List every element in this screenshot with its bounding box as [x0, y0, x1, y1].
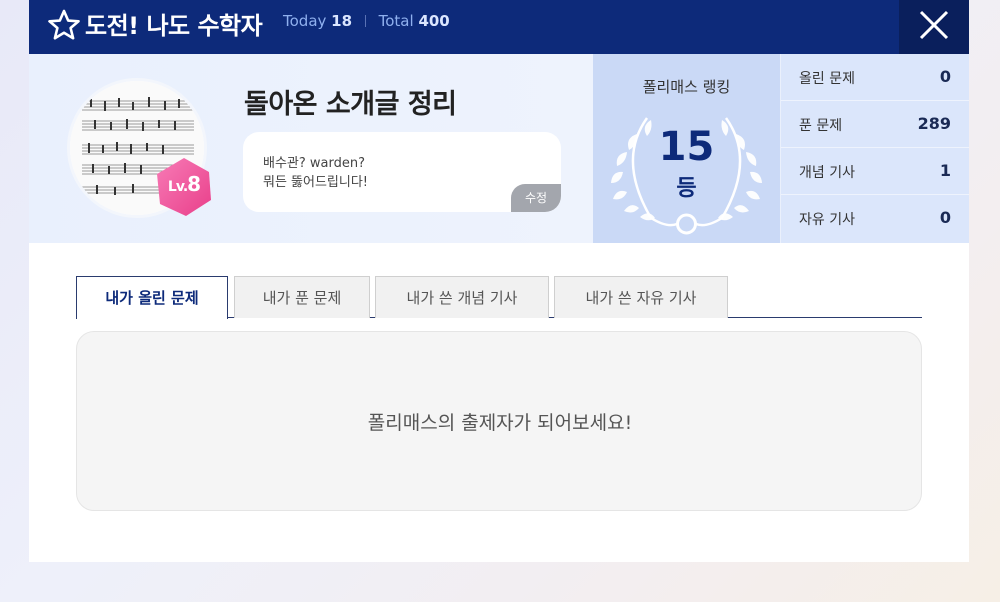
stat-label: 올린 문제 — [799, 71, 855, 87]
level-value: 8 — [187, 172, 201, 196]
profile-section: Lv.8 돌아온 소개글 정리 배수관? warden? 뭐든 뚫어드립니다! … — [29, 54, 969, 243]
empty-state-message: 폴리매스의 출제자가 되어보세요! — [367, 412, 633, 434]
tab-concept-articles[interactable]: 내가 쓴 개념 기사 — [375, 276, 549, 318]
stat-label: 푼 문제 — [799, 118, 843, 134]
tab-solved-problems[interactable]: 내가 푼 문제 — [234, 276, 370, 318]
today-count: 18 — [331, 12, 353, 30]
today-label: Today — [283, 12, 327, 30]
ranking-box: 폴리매스 랭킹 15 등 — [593, 54, 780, 243]
page-title: 도전! 나도 수학자 — [85, 12, 263, 40]
ranking-label: 폴리매스 랭킹 — [642, 78, 731, 96]
tab-bar: 내가 올린 문제 내가 푼 문제 내가 쓴 개념 기사 내가 쓴 자유 기사 — [76, 276, 922, 319]
stat-label: 자유 기사 — [799, 212, 855, 228]
stat-value: 1 — [939, 161, 951, 180]
ranking-unit: 등 — [676, 176, 697, 201]
star-icon[interactable] — [47, 8, 81, 42]
stat-row-free: 자유 기사 0 — [781, 195, 969, 242]
tab-posted-problems[interactable]: 내가 올린 문제 — [76, 276, 228, 319]
intro-line: 뭐든 뚫어드립니다! — [263, 175, 369, 190]
stat-row-posted: 올린 문제 0 — [781, 54, 969, 101]
level-text: Lv.8 — [153, 172, 215, 196]
total-label: Total — [378, 12, 414, 30]
tab-free-articles[interactable]: 내가 쓴 자유 기사 — [554, 276, 728, 318]
main-panel: 도전! 나도 수학자 Today 18 Total 400 Lv.8 돌아온 소… — [29, 0, 969, 562]
close-icon — [919, 10, 949, 40]
stat-value: 0 — [939, 67, 951, 86]
empty-state-box: 폴리매스의 출제자가 되어보세요! — [76, 331, 922, 511]
stat-row-solved: 푼 문제 289 — [781, 101, 969, 148]
stats-divider — [364, 15, 366, 27]
stat-value: 0 — [939, 208, 951, 227]
header-bar: 도전! 나도 수학자 Today 18 Total 400 — [29, 0, 969, 54]
stat-label: 개념 기사 — [799, 165, 855, 181]
visit-stats: Today 18 Total 400 — [283, 12, 450, 30]
total-count: 400 — [418, 12, 450, 30]
stat-value: 289 — [917, 114, 951, 133]
stats-table: 올린 문제 0 푼 문제 289 개념 기사 1 자유 기사 0 — [781, 54, 969, 243]
close-button[interactable] — [899, 0, 969, 54]
level-badge: Lv.8 — [153, 156, 215, 218]
intro-box: 배수관? warden? 뭐든 뚫어드립니다! 수정 — [243, 132, 561, 212]
ranking-number: 15 — [658, 124, 715, 170]
edit-intro-button[interactable]: 수정 — [511, 184, 561, 212]
username: 돌아온 소개글 정리 — [244, 89, 457, 120]
level-prefix: Lv. — [167, 179, 188, 195]
stat-row-concept: 개념 기사 1 — [781, 148, 969, 195]
intro-line: 배수관? warden? — [263, 156, 366, 171]
